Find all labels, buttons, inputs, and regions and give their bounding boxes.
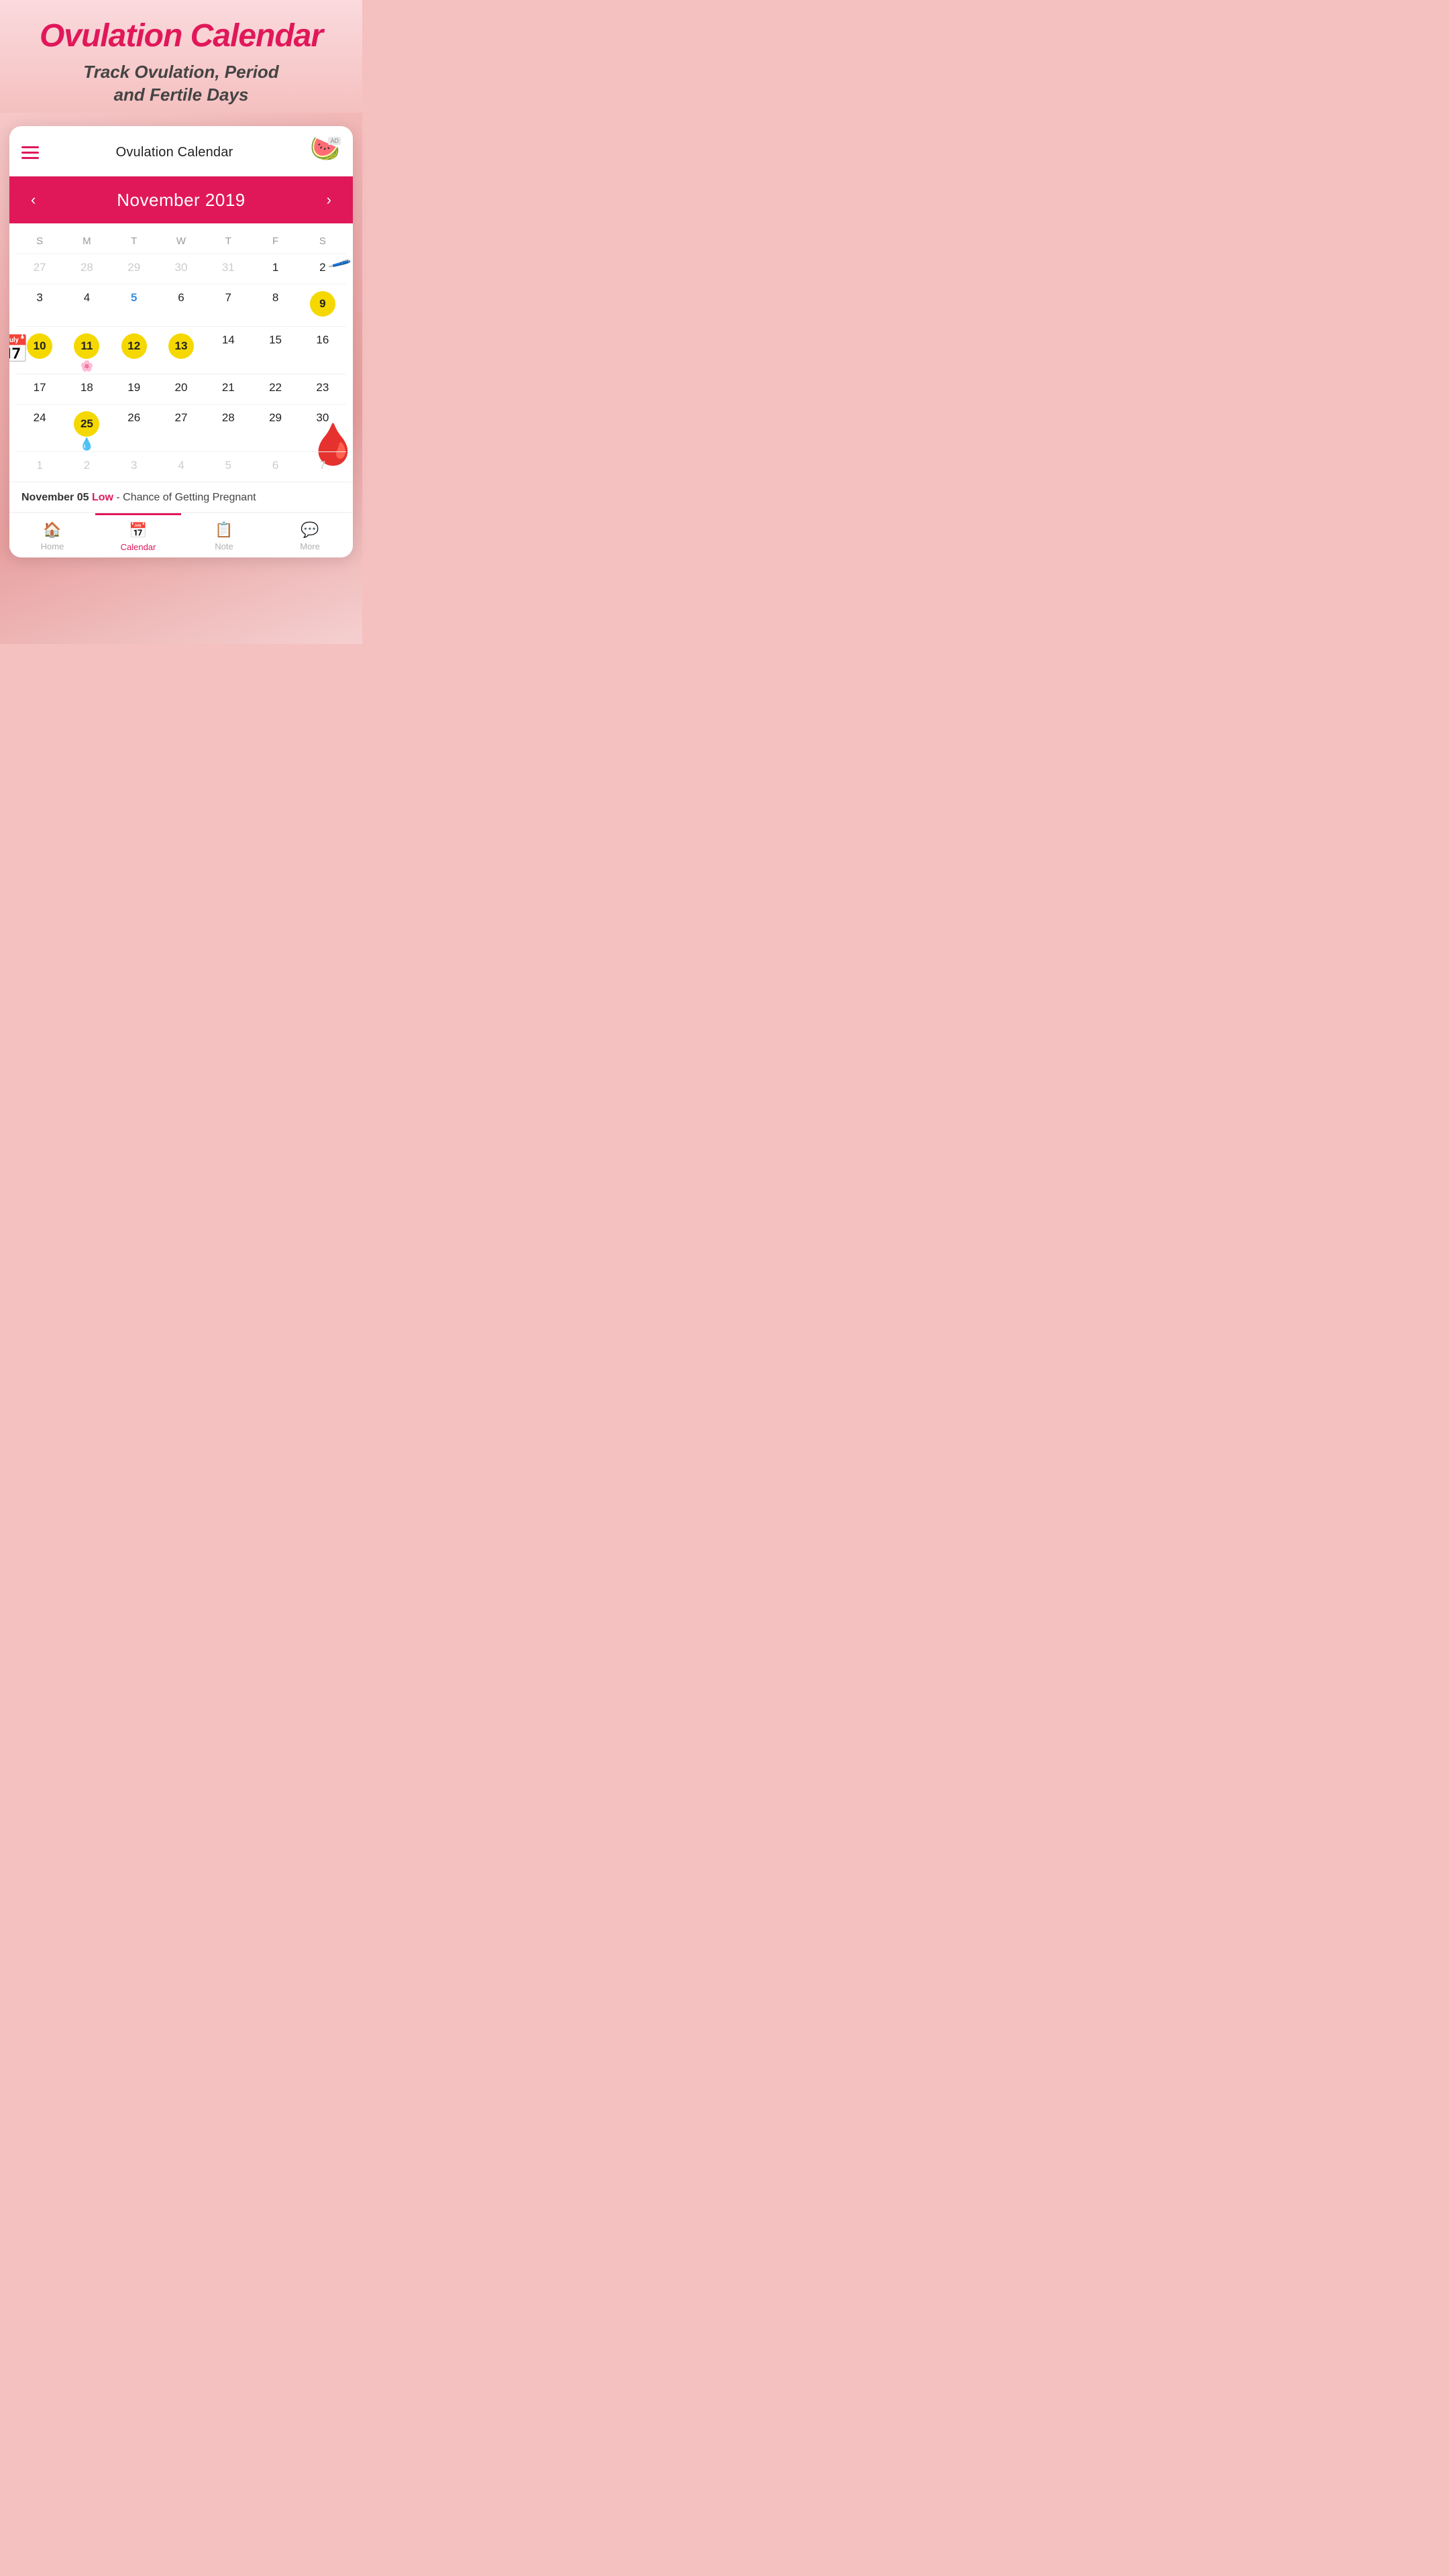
day-cell[interactable]: 24 bbox=[16, 404, 63, 451]
day-cell[interactable]: 22 bbox=[252, 374, 299, 404]
day-cell[interactable]: 7 bbox=[205, 284, 252, 326]
card-topbar: Ovulation Calendar 🍉 AD bbox=[9, 126, 353, 176]
nav-item-calendar[interactable]: 📅 Calendar bbox=[95, 513, 181, 557]
day-cell[interactable]: 10 📅 bbox=[16, 326, 63, 374]
day-cell[interactable]: 28 bbox=[205, 404, 252, 451]
month-title: November 2019 bbox=[117, 190, 246, 211]
day-cell[interactable]: 30 bbox=[158, 254, 205, 284]
day-cell[interactable]: 27 bbox=[158, 404, 205, 451]
next-month-button[interactable]: › bbox=[320, 189, 338, 211]
weekday-fri: F bbox=[252, 233, 299, 250]
day-cell[interactable]: 26 bbox=[111, 404, 158, 451]
calendar-icon: 📅 bbox=[129, 522, 147, 539]
day-cell[interactable]: 23 bbox=[299, 374, 346, 404]
nav-label-note: Note bbox=[215, 541, 233, 551]
watermelon-icon: 🍉 AD bbox=[310, 137, 341, 168]
day-cell[interactable]: 17 bbox=[16, 374, 63, 404]
day-cell[interactable]: 30 🩸 bbox=[299, 404, 346, 451]
day-cell[interactable]: 1 bbox=[16, 451, 63, 482]
day-cell[interactable]: 19 bbox=[111, 374, 158, 404]
weekday-wed: W bbox=[158, 233, 205, 250]
period-drop-small-icon: 💧 bbox=[79, 438, 94, 450]
nav-label-home: Home bbox=[41, 541, 64, 551]
nav-item-home[interactable]: 🏠 Home bbox=[9, 513, 95, 557]
day-cell[interactable]: 18 bbox=[63, 374, 110, 404]
day-cell[interactable]: 4 bbox=[63, 284, 110, 326]
weekday-tue: T bbox=[111, 233, 158, 250]
day-cell[interactable]: 12 bbox=[111, 326, 158, 374]
ovulation-icon: 🌸 bbox=[80, 362, 93, 372]
day-cell[interactable]: 9 bbox=[299, 284, 346, 326]
day-cell[interactable]: 28 bbox=[63, 254, 110, 284]
day-cell[interactable]: 5 bbox=[111, 284, 158, 326]
status-date: November 05 bbox=[21, 492, 89, 503]
day-cell[interactable]: 29 bbox=[252, 404, 299, 451]
nav-label-more: More bbox=[300, 541, 320, 551]
calendar-decoration-icon: 📅 bbox=[9, 333, 30, 365]
app-subtitle: Track Ovulation, Periodand Fertile Days bbox=[13, 61, 349, 107]
nav-item-note[interactable]: 📋 Note bbox=[181, 513, 267, 557]
home-icon: 🏠 bbox=[43, 521, 61, 539]
day-cell[interactable]: 8 bbox=[252, 284, 299, 326]
weekday-mon: M bbox=[63, 233, 110, 250]
day-cell[interactable]: 7 bbox=[299, 451, 346, 482]
day-cell[interactable]: 3 bbox=[111, 451, 158, 482]
day-cell[interactable]: 4 bbox=[158, 451, 205, 482]
day-cell[interactable]: 11 🌸 bbox=[63, 326, 110, 374]
more-icon: 💬 bbox=[301, 521, 319, 539]
day-cell[interactable]: 2 🖊️ bbox=[299, 254, 346, 284]
day-cell[interactable]: 15 bbox=[252, 326, 299, 374]
prev-month-button[interactable]: ‹ bbox=[24, 189, 42, 211]
day-cell[interactable]: 29 bbox=[111, 254, 158, 284]
day-cell[interactable]: 14 bbox=[205, 326, 252, 374]
background: Ovulation Calendar Track Ovulation, Peri… bbox=[0, 0, 362, 644]
day-cell[interactable]: 13 bbox=[158, 326, 205, 374]
day-cell[interactable]: 6 bbox=[158, 284, 205, 326]
app-title: Ovulation Calendar bbox=[13, 19, 349, 54]
day-cell[interactable]: 21 bbox=[205, 374, 252, 404]
main-card: Ovulation Calendar 🍉 AD ‹ November 2019 … bbox=[9, 126, 353, 557]
day-cell[interactable]: 6 bbox=[252, 451, 299, 482]
day-cell[interactable]: 2 bbox=[63, 451, 110, 482]
days-grid: 27 28 29 30 31 1 2 🖊️ 3 4 5 6 7 8 9 bbox=[16, 254, 346, 482]
nav-item-more[interactable]: 💬 More bbox=[267, 513, 353, 557]
day-cell[interactable]: 16 bbox=[299, 326, 346, 374]
day-cell[interactable]: 20 bbox=[158, 374, 205, 404]
card-title: Ovulation Calendar bbox=[116, 145, 233, 160]
calendar-grid: S M T W T F S 27 28 29 30 31 1 2 🖊️ bbox=[9, 223, 353, 482]
day-cell[interactable]: 5 bbox=[205, 451, 252, 482]
app-header: Ovulation Calendar Track Ovulation, Peri… bbox=[0, 0, 362, 113]
note-icon: 📋 bbox=[215, 521, 233, 539]
weekday-sun: S bbox=[16, 233, 63, 250]
month-nav: ‹ November 2019 › bbox=[9, 176, 353, 223]
status-bar: November 05 Low - Chance of Getting Preg… bbox=[9, 482, 353, 512]
weekday-thu: T bbox=[205, 233, 252, 250]
weekdays-row: S M T W T F S bbox=[16, 223, 346, 254]
hamburger-menu[interactable] bbox=[21, 146, 39, 159]
bottom-nav: 🏠 Home 📅 Calendar 📋 Note 💬 More bbox=[9, 512, 353, 557]
day-cell[interactable]: 3 bbox=[16, 284, 63, 326]
day-cell[interactable]: 31 bbox=[205, 254, 252, 284]
weekday-sat: S bbox=[299, 233, 346, 250]
nav-label-calendar: Calendar bbox=[121, 542, 156, 552]
status-description: - Chance of Getting Pregnant bbox=[116, 492, 256, 503]
pregnancy-test-icon: 🖊️ bbox=[327, 252, 352, 276]
day-cell[interactable]: 25 💧 bbox=[63, 404, 110, 451]
day-cell[interactable]: 1 bbox=[252, 254, 299, 284]
day-cell[interactable]: 27 bbox=[16, 254, 63, 284]
fertility-level: Low bbox=[92, 492, 113, 503]
